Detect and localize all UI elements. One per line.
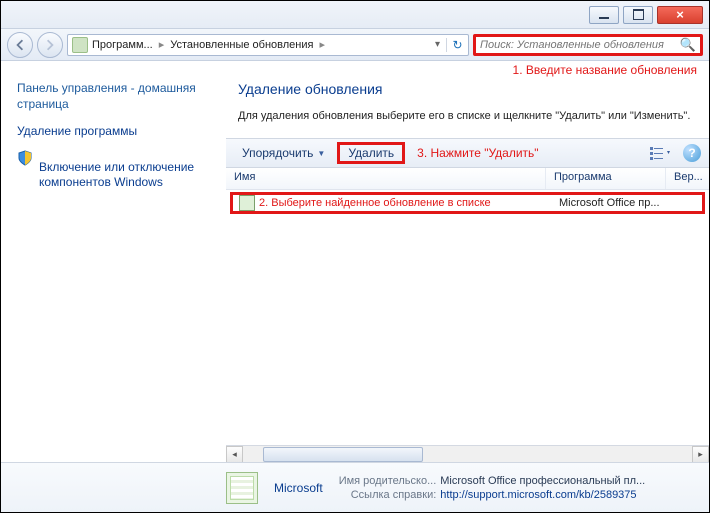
shield-icon	[17, 150, 33, 166]
view-options-button[interactable]	[647, 144, 675, 162]
search-input[interactable]	[480, 39, 680, 51]
page-description: Для удаления обновления выберите его в с…	[238, 109, 697, 124]
details-icon	[226, 472, 258, 504]
annotation-step3: 3. Нажмите "Удалить"	[417, 146, 538, 160]
navigation-bar: Программ... ▸ Установленные обновления ▸…	[1, 29, 709, 61]
horizontal-scrollbar[interactable]: ◂ ▸	[226, 445, 709, 462]
arrow-left-icon	[14, 39, 26, 51]
details-vendor: Microsoft	[274, 481, 323, 495]
annotation-step2: 2. Выберите найденное обновление в списк…	[259, 197, 491, 209]
updates-list: 2. Выберите найденное обновление в списк…	[226, 190, 709, 462]
refresh-button[interactable]: ↻	[446, 38, 464, 52]
column-headers: Имя Программа Вер...	[226, 168, 709, 190]
breadcrumb-separator: ▸	[157, 38, 167, 51]
search-box[interactable]: 🔍	[473, 34, 703, 56]
scrollbar-thumb[interactable]	[263, 447, 423, 462]
sidebar-link-windows-features[interactable]: Включение или отключение компонентов Win…	[39, 160, 214, 191]
page-title: Удаление обновления	[238, 81, 697, 97]
scroll-left-button[interactable]: ◂	[226, 446, 243, 463]
minimize-button[interactable]	[589, 6, 619, 24]
address-dropdown-icon[interactable]: ▾	[433, 39, 442, 50]
details-help-link[interactable]: http://support.microsoft.com/kb/2589375	[440, 489, 645, 501]
list-item-program: Microsoft Office пр...	[553, 197, 673, 209]
chevron-down-icon: ▼	[317, 149, 325, 158]
details-pane: Microsoft Имя родительско... Microsoft O…	[1, 462, 709, 512]
organize-button[interactable]: Упорядочить ▼	[234, 143, 333, 163]
help-button[interactable]: ?	[683, 144, 701, 162]
column-header-name[interactable]: Имя	[226, 168, 546, 189]
breadcrumb-item[interactable]: Установленные обновления	[170, 39, 313, 51]
folder-icon	[72, 37, 88, 53]
list-item[interactable]: 2. Выберите найденное обновление в списк…	[230, 192, 705, 214]
content-area: Панель управления - домашняя страница Уд…	[1, 61, 709, 462]
details-help-label: Ссылка справки:	[339, 489, 437, 501]
column-header-version[interactable]: Вер...	[666, 168, 709, 189]
control-panel-home-link[interactable]: Панель управления - домашняя страница	[17, 81, 214, 112]
breadcrumb-separator: ▸	[317, 38, 327, 51]
back-button[interactable]	[7, 32, 33, 58]
address-bar[interactable]: Программ... ▸ Установленные обновления ▸…	[67, 34, 469, 56]
close-button[interactable]: ×	[657, 6, 703, 24]
column-header-program[interactable]: Программа	[546, 168, 666, 189]
sidebar-link-uninstall[interactable]: Удаление программы	[17, 124, 214, 140]
arrow-right-icon	[44, 39, 56, 51]
scrollbar-track[interactable]	[243, 446, 692, 463]
details-parent-label: Имя родительско...	[339, 475, 437, 487]
maximize-button[interactable]	[623, 6, 653, 24]
toolbar: Упорядочить ▼ Удалить 3. Нажмите "Удалит…	[226, 138, 709, 168]
update-icon	[239, 195, 255, 211]
scroll-right-button[interactable]: ▸	[692, 446, 709, 463]
breadcrumb-item[interactable]: Программ...	[92, 39, 153, 51]
window-titlebar: ×	[1, 1, 709, 29]
search-icon[interactable]: 🔍	[680, 37, 696, 53]
details-parent-value: Microsoft Office профессиональный пл...	[440, 475, 645, 487]
main-panel: Удаление обновления Для удаления обновле…	[226, 61, 709, 462]
sidebar: Панель управления - домашняя страница Уд…	[1, 61, 226, 462]
delete-button[interactable]: Удалить	[337, 142, 405, 164]
view-list-icon	[650, 146, 672, 160]
forward-button[interactable]	[37, 32, 63, 58]
